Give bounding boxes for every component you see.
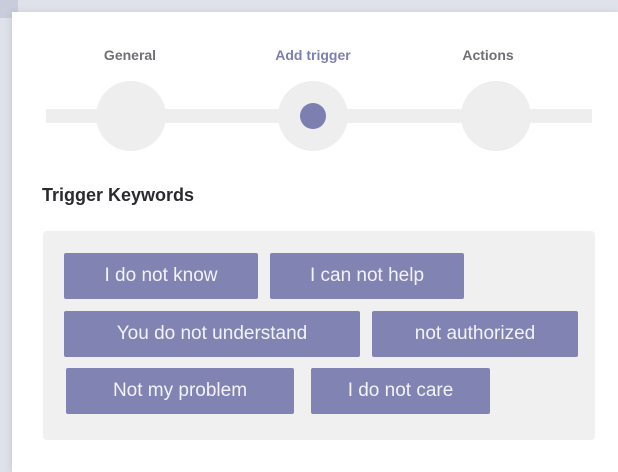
step-label-general[interactable]: General [104,47,156,63]
step-circle-general[interactable] [96,81,166,151]
keyword-chip[interactable]: I do not know [64,253,258,299]
section-title: Trigger Keywords [42,185,195,205]
step-label-add-trigger[interactable]: Add trigger [275,47,350,63]
step-circle-actions[interactable] [461,81,531,151]
step-circle-add-trigger[interactable] [278,81,348,151]
keyword-chip[interactable]: Not my problem [66,368,294,414]
keyword-chip[interactable]: You do not understand [64,311,360,357]
active-step-dot [300,103,326,129]
keyword-chip[interactable]: I do not care [311,368,490,414]
step-label-actions[interactable]: Actions [462,47,513,63]
keyword-chip[interactable]: not authorized [372,311,578,357]
keyword-chip[interactable]: I can not help [270,253,464,299]
